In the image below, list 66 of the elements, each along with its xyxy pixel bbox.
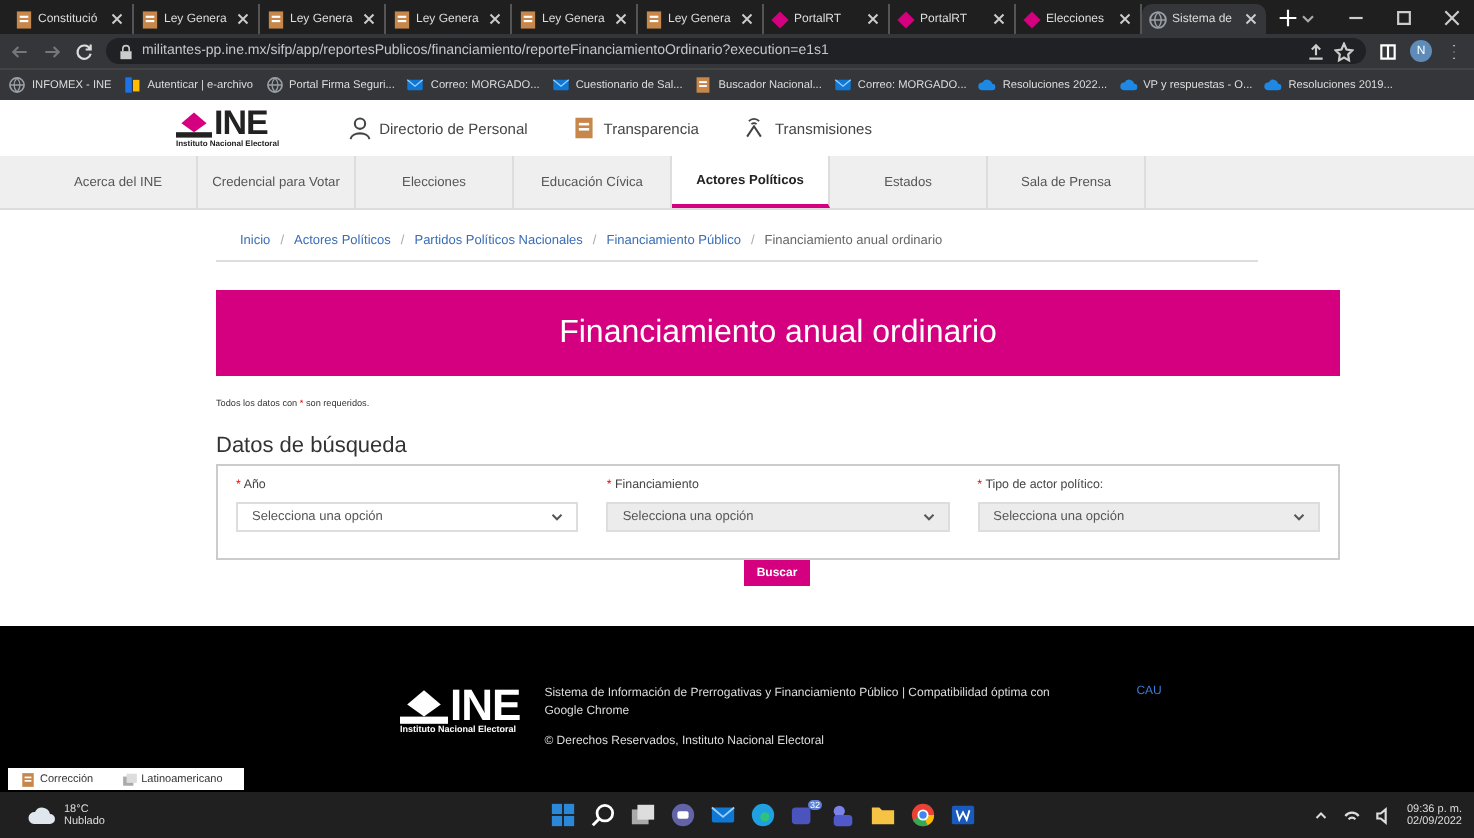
- windows-icon: [549, 802, 575, 828]
- globe-icon: [1148, 9, 1168, 29]
- close-icon[interactable]: [360, 10, 378, 28]
- close-icon[interactable]: [486, 10, 504, 28]
- ballot-icon: [400, 690, 448, 724]
- taskbar-app[interactable]: [588, 799, 616, 831]
- diamond-icon: [896, 9, 916, 29]
- document-icon: [392, 9, 412, 29]
- globe-icon: [265, 76, 284, 94]
- person-icon: [347, 116, 372, 140]
- document-icon: [694, 76, 713, 94]
- cloud-icon: [1264, 76, 1283, 94]
- forward-icon[interactable]: [42, 41, 62, 61]
- back-icon[interactable]: [10, 41, 30, 61]
- taskbar-app[interactable]: [908, 799, 936, 831]
- mail-icon: [551, 76, 570, 94]
- close-icon[interactable]: [864, 10, 882, 28]
- diamond-icon: [770, 9, 790, 29]
- flag-icon: [123, 76, 142, 94]
- chrome-icon: [909, 802, 935, 828]
- ballot-icon: [176, 112, 212, 138]
- mail-icon: [709, 802, 735, 828]
- star-icon[interactable]: [1334, 41, 1354, 61]
- folder-icon: [869, 802, 895, 828]
- logo-wordmark: INE: [450, 686, 521, 724]
- taskbar-app[interactable]: [748, 799, 776, 831]
- mail-icon: [833, 76, 852, 94]
- close-icon[interactable]: [1242, 10, 1260, 28]
- reload-icon[interactable]: [74, 41, 94, 61]
- windows-stack-icon: [629, 802, 655, 828]
- document-icon: [518, 9, 538, 29]
- section-heading: Datos de búsqueda: [216, 434, 409, 458]
- chat-icon: [669, 802, 695, 828]
- diamond-icon: [1022, 9, 1042, 29]
- close-icon[interactable]: [990, 10, 1008, 28]
- chevron-down-icon: [919, 508, 938, 526]
- maximize-icon[interactable]: [1394, 7, 1414, 27]
- antenna-icon: [742, 116, 767, 140]
- share-icon[interactable]: [1306, 41, 1326, 61]
- lock-icon: [118, 43, 134, 59]
- document-icon: [571, 116, 596, 140]
- logo-wordmark: INE: [214, 108, 268, 138]
- chevron-down-icon: [1289, 508, 1308, 526]
- taskbar-app[interactable]: [668, 799, 696, 831]
- chevron-down-icon: [548, 508, 567, 526]
- document-icon: [140, 9, 160, 29]
- page-title-banner: Financiamiento anual ordinario: [216, 290, 1340, 376]
- people-icon: [829, 802, 855, 828]
- browser-icon: [749, 802, 775, 828]
- close-icon[interactable]: [1116, 10, 1134, 28]
- cloud-icon: [1119, 76, 1138, 94]
- sidebar-icon[interactable]: [1378, 41, 1398, 61]
- cloud-icon: [978, 76, 997, 94]
- globe-icon: [8, 76, 26, 94]
- close-icon[interactable]: [108, 10, 126, 28]
- search-icon: [589, 802, 615, 828]
- word-icon: [949, 802, 975, 828]
- close-icon[interactable]: [612, 10, 630, 28]
- close-icon[interactable]: [738, 10, 756, 28]
- document-icon: [266, 9, 286, 29]
- plus-icon[interactable]: [1278, 7, 1298, 27]
- mail-icon: [406, 76, 425, 94]
- close-icon[interactable]: [234, 10, 252, 28]
- document-icon: [14, 9, 34, 29]
- close-icon[interactable]: [1442, 7, 1462, 27]
- document-icon: [644, 9, 664, 29]
